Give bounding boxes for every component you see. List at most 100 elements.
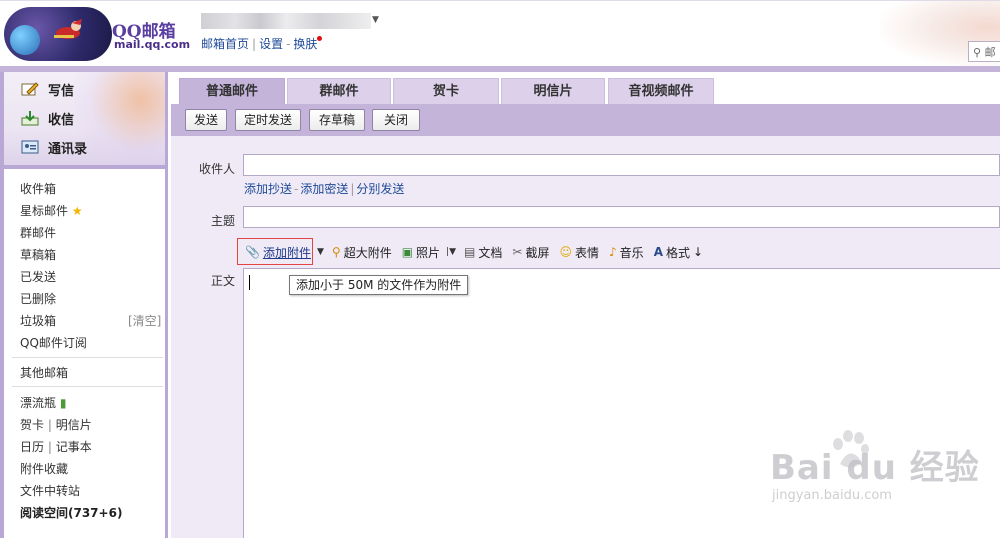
- music-button[interactable]: ♪ 音乐: [609, 244, 644, 261]
- sidebar: 写信 收信 通讯录 收件箱 星标邮件 ★ 群邮件 草稿箱 已发送 已删除 垃圾箱…: [0, 72, 168, 538]
- inbox-download-icon: [20, 109, 40, 127]
- link-separator: |: [44, 440, 56, 454]
- photo-dropdown-icon[interactable]: |▼: [446, 247, 456, 257]
- search-placeholder: 邮: [984, 46, 996, 59]
- photo-icon: ▣: [401, 245, 414, 259]
- separate-send-link[interactable]: 分别发送: [356, 182, 404, 196]
- recipient-options: 添加抄送 - 添加密送 | 分别发送: [244, 180, 404, 197]
- mailbox-home-link[interactable]: 邮箱首页: [201, 37, 249, 51]
- calendar-link[interactable]: 日历: [20, 440, 44, 454]
- compose-tabs: 普通邮件 群邮件 贺卡 明信片 音视频邮件: [171, 72, 1000, 104]
- baidu-watermark: Bai du 经验 jingyan.baidu.com: [770, 440, 980, 503]
- photo-button[interactable]: ▣ 照片: [402, 244, 440, 261]
- tab-av-mail[interactable]: 音视频邮件: [608, 78, 714, 104]
- santa-graphic: [54, 19, 82, 39]
- add-bcc-link[interactable]: 添加密送: [300, 182, 348, 196]
- sidebar-actions: 写信 收信 通讯录: [4, 72, 165, 165]
- attachment-toolbar: 📎 添加附件 ▼ ⚲ 超大附件 ▣ 照片 |▼ ▤ 文档 ✂ 截屏 ☺ 表情 ♪ 音乐 A 格式…: [237, 240, 1000, 264]
- folder-qq-subscription[interactable]: QQ邮件订阅: [20, 334, 87, 351]
- tab-normal-mail[interactable]: 普通邮件: [179, 78, 285, 104]
- text-cursor: [249, 275, 250, 290]
- compose-button[interactable]: 写信: [20, 78, 74, 100]
- music-label: 音乐: [619, 245, 644, 260]
- folder-inbox[interactable]: 收件箱: [20, 180, 56, 197]
- folder-deleted[interactable]: 已删除: [20, 290, 56, 307]
- folder-spam[interactable]: 垃圾箱: [20, 312, 56, 329]
- cards-row: 贺卡 | 明信片: [20, 416, 92, 433]
- greeting-card-link[interactable]: 贺卡: [20, 418, 44, 432]
- sidebar-divider: [12, 357, 163, 358]
- planet-graphic: [10, 25, 40, 55]
- logo-domain: mail.qq.com: [114, 38, 191, 51]
- format-button[interactable]: A 格式 ↓: [654, 244, 703, 261]
- schedule-send-button[interactable]: 定时发送: [235, 109, 301, 131]
- screenshot-label: 截屏: [525, 245, 550, 260]
- send-button[interactable]: 发送: [185, 109, 227, 131]
- body-label: 正文: [211, 274, 236, 288]
- folder-starred-label: 星标邮件: [20, 204, 69, 218]
- settings-link[interactable]: 设置: [259, 37, 283, 51]
- scissors-icon: ✂: [512, 245, 523, 259]
- document-button[interactable]: ▤ 文档: [464, 244, 502, 261]
- drift-bottle-label: 漂流瓶: [20, 396, 57, 410]
- tab-postcard[interactable]: 明信片: [501, 78, 605, 104]
- subject-input[interactable]: [243, 206, 1000, 228]
- change-skin-link[interactable]: 换肤: [293, 37, 317, 51]
- contacts-card-icon: [20, 138, 40, 156]
- large-attachment-button[interactable]: ⚲ 超大附件: [332, 244, 392, 261]
- photo-label: 照片: [416, 245, 441, 260]
- watermark-main-text: Bai du 经验: [770, 448, 980, 488]
- format-label: 格式: [665, 245, 690, 260]
- large-attachment-label: 超大附件: [343, 245, 392, 260]
- sidebar-divider: [12, 386, 163, 387]
- calendar-row: 日历 | 记事本: [20, 438, 92, 455]
- folder-sent[interactable]: 已发送: [20, 268, 56, 285]
- close-button[interactable]: 关闭: [372, 109, 420, 131]
- link-separator: -: [286, 37, 291, 51]
- format-toggle-icon: ↓: [693, 245, 704, 259]
- emoji-button[interactable]: ☺ 表情: [559, 244, 599, 261]
- link-separator: |: [44, 418, 56, 432]
- recipient-input[interactable]: [243, 154, 1000, 176]
- attachment-tooltip: 添加小于 50M 的文件作为附件: [289, 275, 469, 295]
- text-format-icon: A: [653, 245, 663, 259]
- emoji-label: 表情: [574, 245, 599, 260]
- notification-dot-icon: [317, 36, 323, 41]
- link-separator: -: [294, 182, 299, 196]
- receive-button[interactable]: 收信: [20, 107, 74, 129]
- tab-group-mail[interactable]: 群邮件: [287, 78, 391, 104]
- folder-drafts[interactable]: 草稿箱: [20, 246, 56, 263]
- folder-list: 收件箱 星标邮件 ★ 群邮件 草稿箱 已发送 已删除 垃圾箱 [清空] QQ邮件…: [4, 169, 165, 538]
- account-dropdown-caret-icon[interactable]: ▼: [372, 15, 379, 25]
- attachment-dropdown-icon[interactable]: ▼: [317, 247, 324, 257]
- tab-greeting-card[interactable]: 贺卡: [393, 78, 499, 104]
- postcard-link[interactable]: 明信片: [56, 418, 92, 432]
- add-cc-link[interactable]: 添加抄送: [244, 182, 292, 196]
- folder-starred[interactable]: 星标邮件 ★: [20, 202, 83, 219]
- account-name-blurred[interactable]: [201, 13, 371, 29]
- link-separator: |: [252, 37, 257, 51]
- qq-mail-logo[interactable]: [4, 7, 112, 61]
- contacts-label: 通讯录: [48, 141, 88, 157]
- notepad-link[interactable]: 记事本: [56, 440, 92, 454]
- search-input[interactable]: ⚲ 邮: [968, 41, 1000, 62]
- smiley-icon: ☺: [559, 245, 572, 259]
- drift-bottle-link[interactable]: 漂流瓶 ▮: [20, 394, 66, 411]
- top-header: QQ邮箱 mail.qq.com ▼ 邮箱首页 | 设置 - 换肤 ⚲ 邮: [0, 0, 1000, 67]
- file-transfer-link[interactable]: 文件中转站: [20, 482, 80, 499]
- screenshot-button[interactable]: ✂ 截屏: [512, 244, 549, 261]
- save-draft-button[interactable]: 存草稿: [309, 109, 365, 131]
- folder-group-mail[interactable]: 群邮件: [20, 224, 56, 241]
- bottle-icon: ▮: [59, 396, 67, 410]
- compose-label: 写信: [48, 83, 75, 99]
- add-attachment-button[interactable]: 📎 添加附件: [245, 244, 311, 261]
- contacts-button[interactable]: 通讯录: [20, 136, 87, 158]
- reading-space-link[interactable]: 阅读空间(737+6): [20, 504, 122, 521]
- document-label: 文档: [478, 245, 503, 260]
- sidebar-decoration: [74, 72, 165, 165]
- other-mailbox-link[interactable]: 其他邮箱: [20, 364, 68, 381]
- clear-spam-link[interactable]: [清空]: [128, 312, 161, 329]
- subject-label: 主题: [211, 214, 236, 228]
- attachment-collection-link[interactable]: 附件收藏: [20, 460, 68, 477]
- header-links: 邮箱首页 | 设置 - 换肤: [201, 35, 323, 52]
